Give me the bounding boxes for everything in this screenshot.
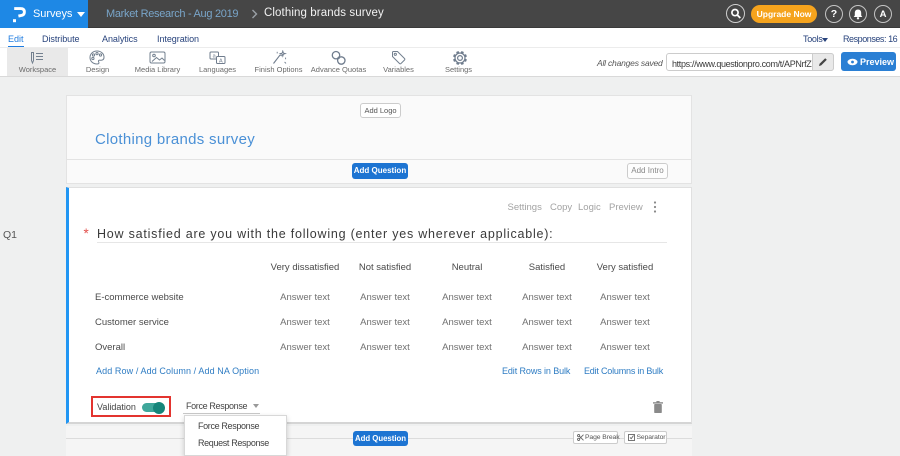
svg-text:A: A [219, 58, 223, 64]
